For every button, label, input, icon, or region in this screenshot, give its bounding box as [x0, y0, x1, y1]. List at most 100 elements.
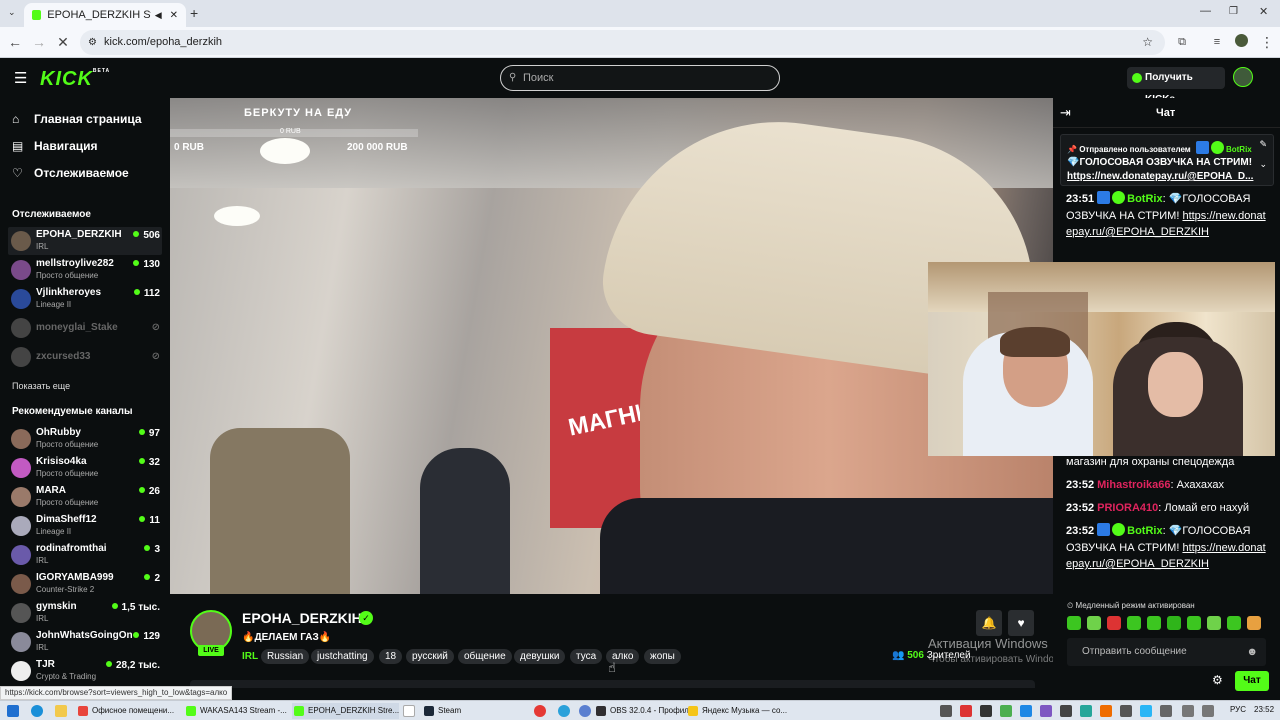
notification-bell-button[interactable]: 🔔 [976, 610, 1002, 636]
windows-start-icon[interactable] [7, 705, 19, 717]
taskbar-item[interactable]: OBS 32.0.4 - Профил... [594, 703, 696, 719]
messenger-icon[interactable] [579, 705, 591, 717]
tray-app-icon[interactable] [1000, 705, 1012, 717]
tray-app-icon[interactable] [940, 705, 952, 717]
get-kicks-button[interactable]: Получить KICKs [1127, 67, 1225, 105]
video-player[interactable]: МАГНИ БЕРКУТУ НА ЕДУ 0 RUB 0 RUB 200 000… [170, 98, 1053, 594]
emote-icon[interactable] [1087, 616, 1101, 630]
stream-tag[interactable]: туса [570, 649, 603, 664]
follow-heart-button[interactable]: ♥ [1008, 610, 1034, 636]
stream-category[interactable]: IRL [242, 651, 258, 662]
minimize-icon[interactable]: — [1200, 5, 1211, 17]
message-user[interactable]: BotRix [1127, 193, 1162, 205]
message-user[interactable]: PRIORA410 [1097, 502, 1158, 514]
keyboard-language[interactable]: РУС [1230, 705, 1246, 714]
sidebar-channel[interactable]: zxcursed33 ⊘ [8, 343, 162, 371]
kick-logo[interactable]: KICKBETA [40, 68, 110, 91]
stream-tag[interactable]: justchatting [311, 649, 374, 664]
browser-tab-active[interactable]: EPOHA_DERZKIH Stream - ◀ ✕ [24, 3, 186, 27]
taskbar-item[interactable]: Яндекс Музыка — со... [686, 703, 787, 719]
sidebar-channel[interactable]: Vjlinkheroyes Lineage II 112 [8, 285, 162, 313]
chat-message-input[interactable]: Отправить сообщение ☻ [1067, 638, 1266, 666]
sidebar-channel[interactable]: gymskin IRL 1,5 тыс. [8, 599, 162, 627]
taskbar-item[interactable]: Офисное помещени... [76, 703, 174, 719]
sidebar-channel[interactable]: MARA Просто общение 26 [8, 483, 162, 511]
plus-icon[interactable]: + [190, 5, 198, 21]
network-icon[interactable] [1182, 705, 1194, 717]
tray-app-icon[interactable] [1020, 705, 1032, 717]
emote-icon[interactable] [1127, 616, 1141, 630]
tray-app-icon[interactable] [1080, 705, 1092, 717]
bookmark-star-icon[interactable]: ☆ [1142, 30, 1153, 55]
sidebar-nav-browse[interactable]: ▤ Навигация [12, 137, 98, 155]
close-window-icon[interactable]: ✕ [1259, 5, 1268, 18]
restore-icon[interactable]: ❐ [1229, 6, 1238, 17]
tray-app-icon[interactable] [1160, 705, 1172, 717]
back-icon[interactable]: ← [6, 33, 24, 51]
sidebar-channel[interactable]: OhRubby Просто общение 97 [8, 425, 162, 453]
sidebar-nav-home[interactable]: ⌂ Главная страница [12, 110, 142, 128]
profile-avatar-icon[interactable] [1232, 33, 1250, 51]
browser-menu-icon[interactable]: ⋮ [1258, 33, 1276, 51]
stream-tag[interactable]: Russian [261, 649, 310, 664]
tray-app-icon[interactable] [1120, 705, 1132, 717]
stop-loading-icon[interactable]: ✕ [54, 33, 72, 51]
tray-app-icon[interactable] [1100, 705, 1112, 717]
site-info-icon[interactable]: ⚙ [88, 30, 97, 55]
opera-icon[interactable] [534, 705, 546, 717]
emote-icon[interactable] [1207, 616, 1221, 630]
stream-tag[interactable]: девушки [514, 649, 566, 664]
sidebar-channel[interactable]: EPOHA_DERZKIH IRL 506 [8, 227, 162, 255]
emote-icon[interactable] [1107, 616, 1121, 630]
chat-send-button[interactable]: Чат [1235, 671, 1269, 691]
media-control-icon[interactable]: ≡ [1208, 33, 1226, 51]
tray-app-icon[interactable] [1060, 705, 1072, 717]
sidebar-channel[interactable]: rodinafromthai IRL 3 [8, 541, 162, 569]
message-user[interactable]: Mihastroika66 [1097, 479, 1170, 491]
sidebar-nav-following[interactable]: ♡ Отслеживаемое [12, 164, 129, 182]
emote-icon[interactable] [1187, 616, 1201, 630]
yandex-browser-icon[interactable] [403, 705, 415, 717]
expand-pinned-icon[interactable]: ⌄ [1259, 159, 1267, 170]
hamburger-menu-icon[interactable]: ☰ [14, 69, 27, 87]
stream-tag[interactable]: 18 [379, 649, 403, 664]
emote-icon[interactable] [1167, 616, 1181, 630]
url-field[interactable]: ⚙ kick.com/epoha_derzkih ☆ [80, 30, 1165, 55]
streamer-name[interactable]: EPOHA_DERZKIH [242, 610, 362, 626]
stream-tag[interactable]: жопы [644, 649, 681, 664]
close-tab-icon[interactable]: ✕ [170, 10, 178, 21]
search-input[interactable]: ⚲ Поиск [500, 65, 780, 91]
tray-app-icon[interactable] [980, 705, 992, 717]
extensions-icon[interactable]: ⧉ [1173, 33, 1191, 51]
unpin-icon[interactable]: ✎ [1259, 139, 1267, 150]
user-avatar[interactable] [1233, 67, 1253, 87]
sidebar-channel[interactable]: mellstroylive282 Просто общение 130 [8, 256, 162, 284]
pinned-message[interactable]: 📌 Отправлено пользователем BotRix 💎ГОЛОС… [1060, 134, 1274, 186]
taskbar-item[interactable]: WAKASA143 Stream -... [184, 703, 287, 719]
sidebar-channel[interactable]: TJR Crypto & Trading 28,2 тыс. [8, 657, 162, 685]
tray-app-icon[interactable] [1140, 705, 1152, 717]
clock[interactable]: 23:52 [1254, 705, 1274, 714]
taskbar-item[interactable]: EPOHA_DERZKIH Stre... [292, 703, 400, 719]
forward-icon[interactable]: → [30, 33, 48, 51]
stream-tag[interactable]: русский [406, 649, 454, 664]
tab-search-icon[interactable]: ⌄ [8, 7, 16, 18]
file-explorer-icon[interactable] [55, 705, 67, 717]
chat-settings-gear-icon[interactable]: ⚙ [1212, 673, 1223, 687]
collapse-chat-icon[interactable]: ⇥ [1060, 105, 1071, 121]
message-user[interactable]: BotRix [1127, 525, 1162, 537]
sidebar-channel[interactable]: IGORYAMBA999 Counter-Strike 2 2 [8, 570, 162, 598]
stream-tag[interactable]: общение [458, 649, 512, 664]
taskbar-item[interactable]: Steam [422, 703, 461, 719]
edge-icon[interactable] [31, 705, 43, 717]
emote-icon[interactable] [1067, 616, 1081, 630]
tray-app-icon[interactable] [960, 705, 972, 717]
tray-app-icon[interactable] [1040, 705, 1052, 717]
telegram-icon[interactable] [558, 705, 570, 717]
pinned-message-link[interactable]: https://new.donatepay.ru/@EPOHA_D... [1067, 171, 1267, 182]
sidebar-channel[interactable]: moneyglai_Stake ⊘ [8, 314, 162, 342]
sidebar-channel[interactable]: DimaSheff12 Lineage II 11 [8, 512, 162, 540]
sidebar-channel[interactable]: Krisiso4ka Просто общение 32 [8, 454, 162, 482]
speaker-icon[interactable]: ◀ [155, 10, 162, 21]
emote-icon[interactable] [1227, 616, 1241, 630]
